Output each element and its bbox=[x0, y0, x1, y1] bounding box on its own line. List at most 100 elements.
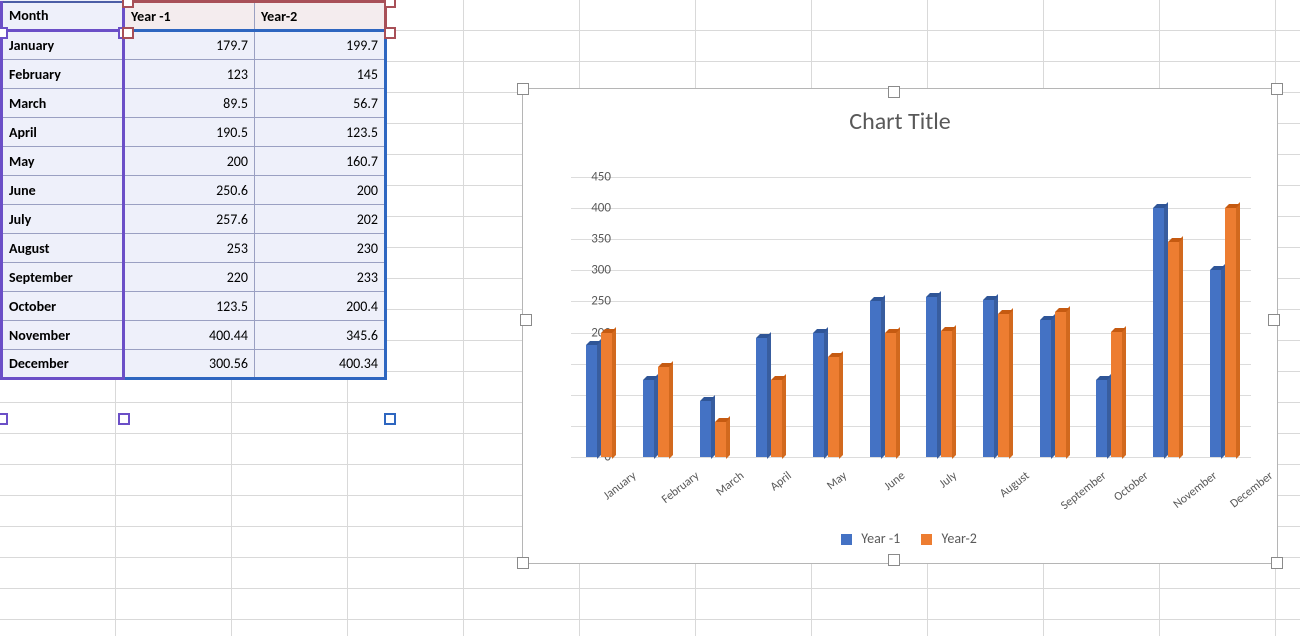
table-row[interactable]: November400.44345.6 bbox=[2, 321, 386, 350]
chart-bar-year-1[interactable] bbox=[1096, 380, 1107, 457]
cell-year1[interactable]: 89.5 bbox=[124, 89, 255, 118]
table-row[interactable]: May200160.7 bbox=[2, 147, 386, 176]
chart-bar-year-2[interactable] bbox=[601, 333, 612, 457]
cell-year2[interactable]: 56.7 bbox=[255, 89, 386, 118]
chart-bar-year-2[interactable] bbox=[941, 331, 952, 457]
chart-bar-year-2[interactable] bbox=[1055, 312, 1066, 457]
table-row[interactable]: January179.7199.7 bbox=[2, 31, 386, 60]
header-year1[interactable]: Year -1 bbox=[124, 2, 255, 31]
cell-year2[interactable]: 145 bbox=[255, 60, 386, 89]
chart-x-tick: September bbox=[1058, 469, 1109, 513]
cell-year1[interactable]: 253 bbox=[124, 234, 255, 263]
table-row[interactable]: August253230 bbox=[2, 234, 386, 263]
range-handle bbox=[384, 0, 396, 8]
cell-month[interactable]: May bbox=[2, 147, 124, 176]
table-row[interactable]: October123.5200.4 bbox=[2, 292, 386, 321]
cell-month[interactable]: March bbox=[2, 89, 124, 118]
cell-year2[interactable]: 202 bbox=[255, 205, 386, 234]
chart-x-tick: August bbox=[997, 469, 1032, 501]
chart-bar-year-2[interactable] bbox=[658, 367, 669, 457]
data-table[interactable]: Month Year -1 Year-2 January179.7199.7Fe… bbox=[0, 0, 387, 380]
cell-year1[interactable]: 250.6 bbox=[124, 176, 255, 205]
cell-year1[interactable]: 179.7 bbox=[124, 31, 255, 60]
chart-resize-handle[interactable] bbox=[520, 314, 532, 326]
chart-title[interactable]: Chart Title bbox=[523, 107, 1277, 136]
chart-bar-year-2[interactable] bbox=[1111, 332, 1122, 457]
chart-plot-area[interactable]: 050100150200250300350400450JanuaryFebrua… bbox=[571, 177, 1251, 457]
range-handle bbox=[384, 27, 396, 39]
table-row[interactable]: April190.5123.5 bbox=[2, 118, 386, 147]
cell-month[interactable]: June bbox=[2, 176, 124, 205]
cell-month[interactable]: September bbox=[2, 263, 124, 292]
cell-year2[interactable]: 230 bbox=[255, 234, 386, 263]
cell-year1[interactable]: 257.6 bbox=[124, 205, 255, 234]
cell-month[interactable]: July bbox=[2, 205, 124, 234]
cell-year2[interactable]: 123.5 bbox=[255, 118, 386, 147]
cell-year2[interactable]: 160.7 bbox=[255, 147, 386, 176]
cell-year2[interactable]: 233 bbox=[255, 263, 386, 292]
cell-year1[interactable]: 190.5 bbox=[124, 118, 255, 147]
table-row[interactable]: June250.6200 bbox=[2, 176, 386, 205]
chart-legend[interactable]: Year -1 Year-2 bbox=[523, 530, 1277, 547]
chart-bar-year-1[interactable] bbox=[870, 301, 881, 457]
chart-x-tick: December bbox=[1227, 469, 1275, 511]
range-handle bbox=[384, 413, 396, 425]
header-month[interactable]: Month bbox=[2, 2, 124, 31]
chart-resize-handle[interactable] bbox=[517, 557, 529, 569]
cell-year1[interactable]: 400.44 bbox=[124, 321, 255, 350]
cell-year1[interactable]: 200 bbox=[124, 147, 255, 176]
cell-month[interactable]: February bbox=[2, 60, 124, 89]
chart-resize-handle[interactable] bbox=[517, 83, 529, 95]
chart-bar-year-1[interactable] bbox=[813, 333, 824, 457]
table-row[interactable]: March89.556.7 bbox=[2, 89, 386, 118]
table-row[interactable]: December300.56400.34 bbox=[2, 350, 386, 379]
chart-bar-year-1[interactable] bbox=[756, 338, 767, 457]
cell-month[interactable]: October bbox=[2, 292, 124, 321]
chart-object[interactable]: Chart Title 050100150200250300350400450J… bbox=[522, 88, 1278, 564]
table-header-row[interactable]: Month Year -1 Year-2 bbox=[2, 2, 386, 31]
chart-resize-handle[interactable] bbox=[888, 86, 900, 98]
chart-resize-handle[interactable] bbox=[1268, 314, 1280, 326]
table-row[interactable]: July257.6202 bbox=[2, 205, 386, 234]
chart-bar-year-1[interactable] bbox=[926, 297, 937, 457]
cell-month[interactable]: August bbox=[2, 234, 124, 263]
cell-month[interactable]: January bbox=[2, 31, 124, 60]
chart-bar-year-1[interactable] bbox=[1153, 208, 1164, 457]
chart-x-tick: November bbox=[1171, 469, 1220, 512]
cell-year1[interactable]: 123.5 bbox=[124, 292, 255, 321]
chart-bar-year-1[interactable] bbox=[700, 401, 711, 457]
chart-resize-handle[interactable] bbox=[888, 554, 900, 566]
chart-bar-year-2[interactable] bbox=[1168, 242, 1179, 457]
chart-y-tick: 250 bbox=[571, 294, 611, 309]
chart-bar-year-1[interactable] bbox=[586, 345, 597, 457]
table-row[interactable]: February123145 bbox=[2, 60, 386, 89]
cell-month[interactable]: December bbox=[2, 350, 124, 379]
chart-resize-handle[interactable] bbox=[1271, 83, 1283, 95]
chart-bar-year-1[interactable] bbox=[643, 380, 654, 457]
cell-month[interactable]: April bbox=[2, 118, 124, 147]
cell-year2[interactable]: 200.4 bbox=[255, 292, 386, 321]
cell-year2[interactable]: 200 bbox=[255, 176, 386, 205]
chart-bar-year-2[interactable] bbox=[715, 422, 726, 457]
table-row[interactable]: September220233 bbox=[2, 263, 386, 292]
chart-bar-year-2[interactable] bbox=[771, 380, 782, 457]
cell-month[interactable]: November bbox=[2, 321, 124, 350]
chart-bar-year-2[interactable] bbox=[885, 333, 896, 457]
header-year2[interactable]: Year-2 bbox=[255, 2, 386, 31]
chart-bar-year-2[interactable] bbox=[1225, 208, 1236, 457]
cell-year2[interactable]: 400.34 bbox=[255, 350, 386, 379]
chart-y-tick: 350 bbox=[571, 232, 611, 247]
chart-bar-year-2[interactable] bbox=[828, 357, 839, 457]
chart-resize-handle[interactable] bbox=[1271, 557, 1283, 569]
cell-year1[interactable]: 220 bbox=[124, 263, 255, 292]
chart-x-tick: February bbox=[659, 469, 702, 507]
cell-year1[interactable]: 300.56 bbox=[124, 350, 255, 379]
chart-bar-year-2[interactable] bbox=[998, 314, 1009, 457]
cell-year2[interactable]: 199.7 bbox=[255, 31, 386, 60]
cell-year2[interactable]: 345.6 bbox=[255, 321, 386, 350]
chart-bar-year-1[interactable] bbox=[983, 300, 994, 457]
chart-x-tick: January bbox=[601, 469, 639, 503]
cell-year1[interactable]: 123 bbox=[124, 60, 255, 89]
chart-bar-year-1[interactable] bbox=[1210, 270, 1221, 457]
chart-bar-year-1[interactable] bbox=[1040, 320, 1051, 457]
